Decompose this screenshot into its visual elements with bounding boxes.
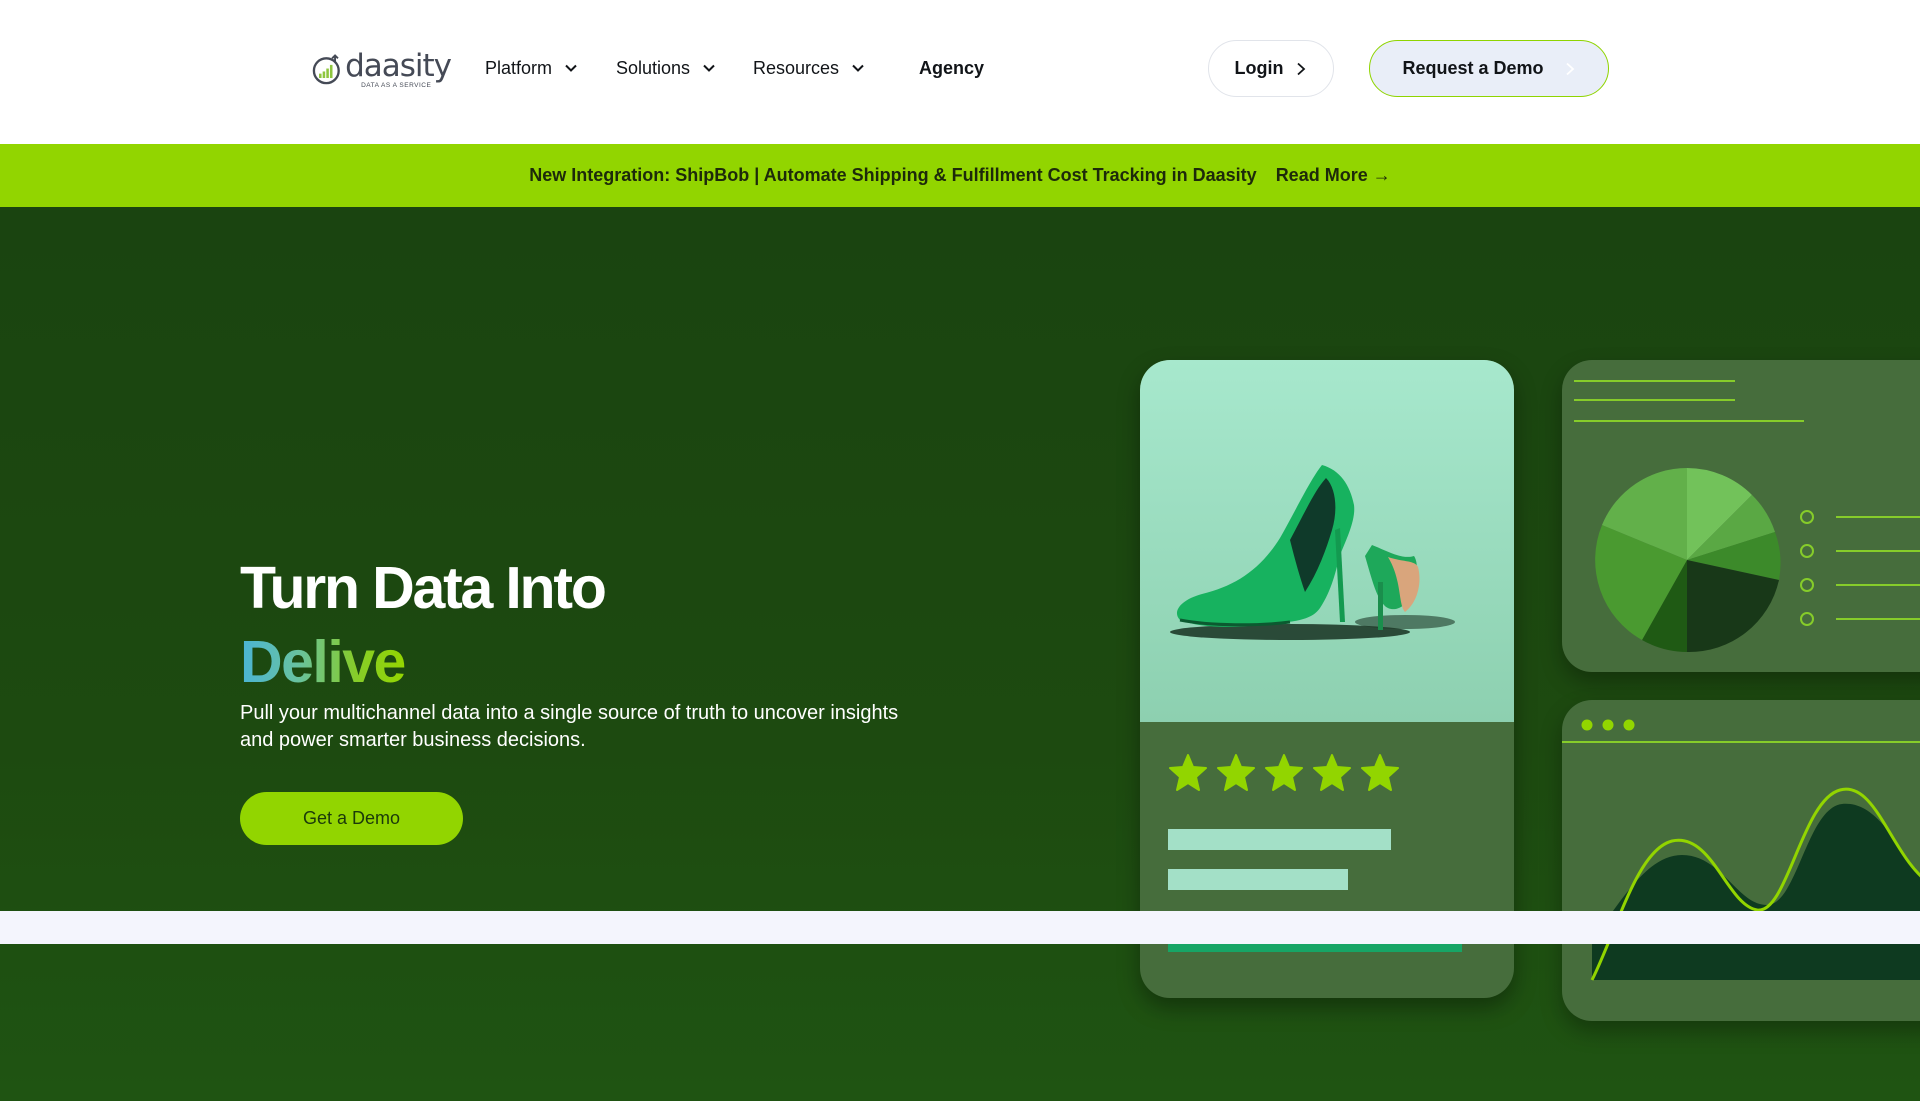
pie-chart — [1574, 380, 1920, 653]
star-icon — [1313, 754, 1351, 791]
logo-tagline: DATA AS A SERVICE — [361, 81, 432, 89]
announcement-bar: New Integration: ShipBob | Automate Ship… — [0, 144, 1920, 207]
hero-rotating-word: Delive — [240, 625, 406, 699]
read-more-link[interactable]: Read More → — [1276, 165, 1391, 186]
get-demo-button[interactable]: Get a Demo — [240, 792, 463, 845]
nav-resources-label: Resources — [753, 57, 840, 78]
area-chart-card — [1562, 700, 1920, 1021]
login-label: Login — [1234, 58, 1284, 78]
nav-agency[interactable]: Agency — [919, 56, 984, 80]
daasity-logo[interactable]: daasity DATA AS A SERVICE — [311, 47, 452, 92]
nav-solutions-label: Solutions — [616, 57, 691, 78]
star-icon — [1361, 754, 1399, 791]
nav-solutions[interactable]: Solutions — [616, 56, 716, 80]
product-image-area — [1140, 360, 1514, 722]
hero-title: Turn Data Into — [240, 555, 607, 621]
star-icon — [1217, 754, 1255, 791]
request-demo-label: Request a Demo — [1402, 58, 1544, 78]
login-button[interactable]: Login — [1208, 40, 1334, 97]
text-placeholder-bar — [1168, 869, 1348, 890]
chevron-down-icon — [852, 64, 864, 72]
chevron-right-icon — [1565, 62, 1574, 75]
rating-stars — [1168, 753, 1400, 793]
nav-resources[interactable]: Resources — [753, 56, 865, 80]
nav-platform-label: Platform — [485, 57, 553, 78]
logo-wordmark: daasity — [345, 47, 452, 84]
area-chart — [1562, 719, 1920, 981]
site-header: daasity DATA AS A SERVICE Platform Solut… — [0, 0, 1920, 144]
pie-chart-card — [1562, 360, 1920, 672]
overlay-strip — [0, 911, 1920, 944]
nav-platform[interactable]: Platform — [485, 56, 578, 80]
chevron-right-icon — [1297, 62, 1306, 75]
hero-section: Turn Data Into Delive Pull your multicha… — [0, 207, 1920, 1101]
hero-subtitle: Pull your multichannel data into a singl… — [240, 702, 899, 751]
chevron-down-icon — [565, 64, 577, 72]
star-icon — [1265, 754, 1303, 791]
high-heel-shoes-image — [1170, 465, 1455, 640]
logo-mark-icon — [312, 54, 340, 85]
text-placeholder-bar — [1168, 829, 1391, 850]
request-demo-button[interactable]: Request a Demo — [1369, 40, 1609, 97]
chevron-down-icon — [703, 64, 715, 72]
product-review-card — [1140, 360, 1514, 998]
announcement-text: New Integration: ShipBob | Automate Ship… — [529, 165, 1257, 185]
star-icon — [1169, 754, 1207, 791]
